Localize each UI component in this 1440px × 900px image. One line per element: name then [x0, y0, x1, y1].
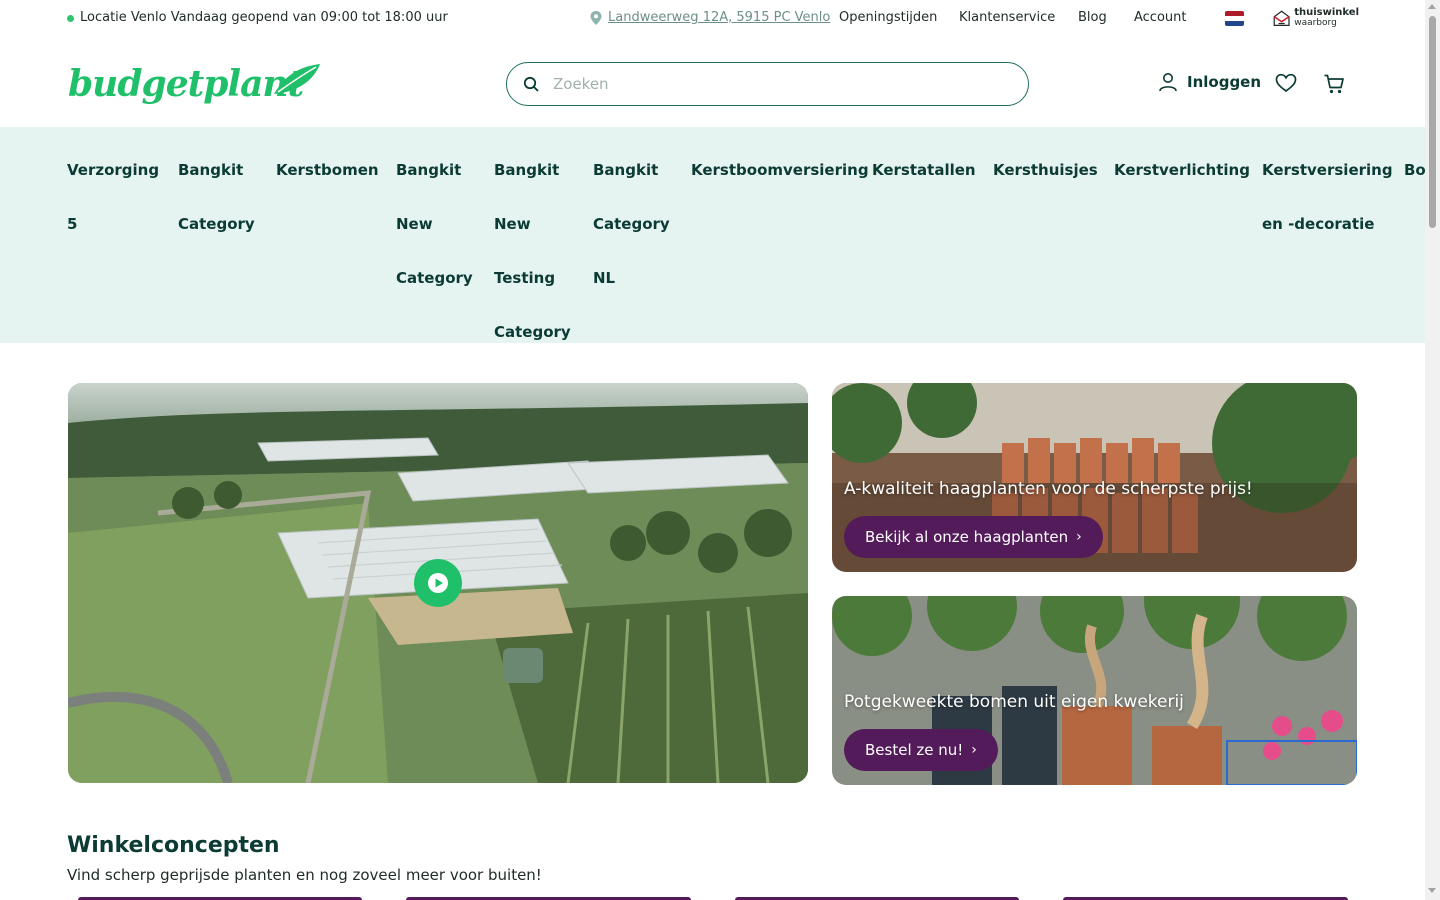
category-bon[interactable]: Bon: [1404, 143, 1425, 197]
scroll-down-arrow[interactable]: [1428, 888, 1436, 893]
klantenservice-link[interactable]: Klantenservice: [959, 10, 1055, 25]
page-scrollbar[interactable]: [1425, 0, 1440, 900]
thuiswinkel-logo-icon: [1273, 10, 1290, 26]
bestel-button[interactable]: Bestel ze nu! ›: [844, 729, 998, 771]
seal-line-1: thuiswinkel: [1294, 7, 1359, 18]
category-verzorging-5[interactable]: Verzorging 5: [67, 143, 159, 251]
seal-line-2: waarborg: [1294, 18, 1337, 28]
logo-text: budgetplant: [68, 63, 305, 105]
play-icon: [428, 573, 448, 593]
section-title: Winkelconcepten: [67, 833, 280, 858]
category-kerstboomversiering[interactable]: Kerstboomversiering: [691, 143, 869, 197]
chevron-right-icon: ›: [971, 742, 977, 758]
user-icon: [1159, 73, 1177, 92]
promo1-button-label: Bekijk al onze haagplanten: [865, 528, 1069, 546]
site-header: budgetplant Inloggen: [0, 38, 1425, 127]
category-kersthuisjes[interactable]: Kersthuisjes: [993, 143, 1098, 197]
thuiswinkel-waarborg-seal[interactable]: thuiswinkel waarborg: [1273, 3, 1359, 33]
play-button[interactable]: [414, 559, 462, 607]
scrollbar-thumb[interactable]: [1429, 16, 1436, 228]
address-link[interactable]: Landweerweg 12A, 5915 PC Venlo: [608, 10, 830, 25]
store-address: Landweerweg 12A, 5915 PC Venlo: [590, 10, 830, 25]
category-kerstbomen[interactable]: Kerstbomen: [276, 143, 379, 197]
location-pin-icon: [590, 10, 602, 25]
chevron-right-icon: ›: [1076, 529, 1082, 545]
promo1-title: A-kwaliteit haagplanten voor de scherpst…: [844, 479, 1253, 499]
top-bar: Locatie Venlo Vandaag geopend van 09:00 …: [0, 0, 1425, 38]
budgetplant-logo[interactable]: budgetplant: [66, 56, 322, 112]
promo-haagplanten[interactable]: A-kwaliteit haagplanten voor de scherpst…: [832, 383, 1357, 572]
promo2-button-label: Bestel ze nu!: [865, 741, 964, 759]
category-kerstverlichting[interactable]: Kerstverlichting: [1114, 143, 1250, 197]
scroll-up-arrow[interactable]: [1428, 4, 1436, 9]
cart-icon[interactable]: [1323, 73, 1345, 95]
account-link[interactable]: Account: [1134, 10, 1187, 25]
haagplanten-button[interactable]: Bekijk al onze haagplanten ›: [844, 516, 1103, 558]
category-kerstversiering[interactable]: Kerstversiering en -decoratie: [1262, 143, 1393, 251]
login-button[interactable]: Inloggen: [1158, 72, 1261, 92]
category-bangkit-new-testing-category[interactable]: Bangkit New Testing Category: [494, 143, 571, 343]
section-subtitle: Vind scherp geprijsde planten en nog zov…: [67, 866, 542, 884]
open-status-dot: [67, 15, 74, 22]
dutch-flag-icon[interactable]: [1225, 11, 1244, 26]
search-bar: [506, 62, 1029, 106]
blog-link[interactable]: Blog: [1078, 10, 1107, 25]
category-kerstatallen[interactable]: Kerstatallen: [872, 143, 976, 197]
promo-bomen[interactable]: Potgekweekte bomen uit eigen kwekerij Be…: [832, 596, 1357, 785]
category-bangkit-category[interactable]: Bangkit Category: [178, 143, 255, 251]
heart-icon[interactable]: [1275, 73, 1297, 93]
promo2-title: Potgekweekte bomen uit eigen kwekerij: [844, 692, 1184, 712]
status-location: Locatie Venlo: [80, 10, 167, 25]
category-bangkit-category-nl[interactable]: Bangkit Category NL: [593, 143, 670, 305]
store-status: Locatie Venlo Vandaag geopend van 09:00 …: [67, 10, 448, 25]
search-icon[interactable]: [523, 76, 539, 92]
login-label: Inloggen: [1187, 73, 1262, 91]
search-input[interactable]: [553, 75, 993, 93]
status-hours: Vandaag geopend van 09:00 tot 18:00 uur: [170, 10, 448, 25]
openingstijden-link[interactable]: Openingstijden: [839, 10, 937, 25]
category-bangkit-new-category[interactable]: Bangkit New Category: [396, 143, 473, 305]
category-nav: Verzorging 5 Bangkit Category Kerstbomen B…: [0, 127, 1425, 343]
